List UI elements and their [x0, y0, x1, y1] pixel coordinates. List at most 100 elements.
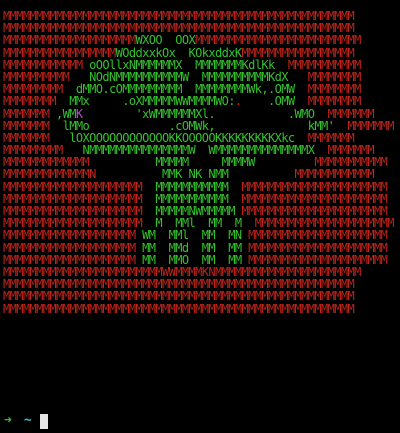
- ascii-art-segment: MMMMM MMMMW: [155, 156, 255, 169]
- ascii-art-row: MMMMMMMMMMMMMMMMMMMMM MMMMMMMMMMM MMMMMM…: [3, 181, 397, 193]
- ascii-art-segment: MMMMMMMMMMMMMMMMMMMMMMMMM: [195, 34, 361, 47]
- ascii-art-row: MMMMMMMMMMMMMMMMMMMMM MMMMMMMMMMM MMMMMM…: [3, 193, 397, 205]
- ascii-art-row: MMMMMMMMM NMMMMMMMMMMMMMMMW WMMMMMMMMMMM…: [3, 144, 397, 156]
- ascii-art-segment: WXOO OOX: [135, 34, 196, 47]
- ascii-art-segment: MMMMMMMMMM: [3, 70, 90, 84]
- ascii-art-segment: MM MMd MM MM: [142, 241, 242, 254]
- ascii-art-row: MMMMMMMMMMMMM MMMMM MMMMW MMMMMMMMMMM: [3, 156, 397, 168]
- ascii-art-segment: .OMW: [254, 95, 295, 108]
- text-cursor[interactable]: [39, 413, 48, 429]
- ascii-art-segment: lOXOOOOOOOOOOOOKKOOOOOKKKKKKKKKXkc: [69, 131, 295, 145]
- ascii-art-segment: NOdNMMMMMMMMMMW MMMMMMMMMMKdX: [89, 70, 288, 84]
- ascii-art-segment: MMMMMMMMMMMMMMMMMMMM: [3, 34, 136, 47]
- ascii-art-row: MMMMMMMMMMMMMMMMMMMM WXOO OOX MMMMMMMMMMMM…: [3, 34, 397, 46]
- ascii-art-segment: MMMMMMMMMMMMMMMMMMMMM: [241, 241, 388, 254]
- ascii-art-segment: MMMMMMMMMMMMMMMMMMMMM: [3, 217, 156, 230]
- ascii-art-segment: MMMMMMMMMMM: [155, 192, 229, 205]
- ascii-art-row: MMMMMMMMMMMMMMMMMMMMMMMMMMMMMMMMMMMMMMMM…: [3, 10, 397, 22]
- ascii-art-segment: MMMMMMM: [314, 107, 375, 120]
- ascii-art-segment: MMMMMMMMMMMMMMMMMMMMMM: [234, 205, 388, 218]
- ascii-art-segment: MMMMMMMMMMMMM: [3, 156, 156, 169]
- ascii-art-row: MMMMMMM lOXOOOOOOOOOOOOKKOOOOOKKKKKKKKKX…: [3, 132, 397, 144]
- ascii-art-segment: MMMMMMMMMMMMMMMMMMMMM: [3, 205, 156, 218]
- ascii-art-row: MMMMMMMMMMMMMN MMK NK NMM MMMMMMMMMMMM: [3, 168, 397, 180]
- ascii-art-segment: .oXMMMMMWWMMMMWO:: [102, 95, 235, 108]
- ascii-art-row: MMMMMMM lMMo .cOMWk, kMM' MMMMMMM: [3, 120, 397, 132]
- ascii-art-segment: WM MMl MM MN: [142, 229, 242, 242]
- ascii-art-segment: MMMMMMMMMMMMMMMMMMMMMM: [228, 192, 388, 205]
- ascii-art-segment: MMMMMMMMMMMMMMMMMMMMM: [3, 192, 156, 205]
- ascii-art-row: MMMMMMMMMMMMMMMMM WOddxxkOx KOkxddxK MMMMM…: [3, 47, 397, 59]
- ascii-art-row: MMMMMMMMMMMMMMMMMMMMMMMMMMMMMMMMMMMMMMMM…: [3, 278, 397, 290]
- shell-prompt[interactable]: ➜ ~: [4, 413, 48, 429]
- ascii-art-row: MMMMMMMMMMMMMMMMMMMMM M MMl MM M MMMMMMM…: [3, 217, 397, 229]
- ascii-art-row: MMMMMMMMMMMMMMMMMMMM WM MMl MM MN MMMMMM…: [3, 229, 397, 241]
- ascii-art-segment: MMMMMMMMMMM: [254, 156, 388, 169]
- ascii-art-segment: MMMMMMMMMMMMMMMMMMMMMMMMMMMMMMMMMMMMMMMM…: [3, 22, 355, 35]
- ascii-art-segment: MMMMMMM: [3, 119, 63, 132]
- ascii-art-segment: MMMMMMMMM: [3, 144, 83, 157]
- ascii-art-row: MMMMMMMMMMMMMMMMMMMMMMMMMMMMMMMMMMMMMMMM…: [3, 22, 397, 34]
- ascii-art-row: MMMMMMMM MMx .oXMMMMMWWMMMMWO:. .OMW MMM…: [3, 95, 397, 107]
- ascii-art-segment: WOddxxkOx KOkxddxK: [115, 46, 242, 59]
- ascii-art-segment: lMMo .cOMWk, kMM': [62, 119, 335, 132]
- prompt-directory: ~: [23, 413, 32, 428]
- ascii-art-segment: K: [75, 107, 83, 120]
- ascii-art-segment: dMMO.cOMMMMMMMMM MMMMMMMMWk,.OMW: [75, 83, 295, 96]
- ascii-art-row: MMMMMMMMMMMMMMMMMMMMMMMMMMMMMMMMMMMMMMMM…: [3, 290, 397, 302]
- ascii-art-segment: MMMMMMMMMMMMMMMMMMMMMMMMWWMMMMKNMMMMMMMM…: [3, 265, 361, 279]
- ascii-art-segment: 'xWMMMMMMXl. .WMO: [82, 107, 315, 120]
- ascii-art-segment: ,WM: [56, 107, 76, 120]
- ascii-art-segment: MMMMMMMMMMMMMMMMM: [3, 46, 116, 59]
- ascii-art-segment: MMMMMMM: [294, 131, 355, 145]
- ascii-art-segment: [89, 95, 102, 107]
- ascii-art-row: MMMMMMMMMMMMMMMMMMMM MM MMd MM MM MMMMMM…: [3, 242, 397, 254]
- ascii-art-row: MMMMMMMMMMMMMMMMMMMMMMMMMMMMMMMMMMMMMMMM…: [3, 303, 397, 315]
- ascii-art-segment: MMMMMMMMMMMM: [228, 168, 374, 181]
- ascii-art-segment: MMMMMMMMMMMMMMMMM: [241, 46, 355, 59]
- ascii-art-banner: MMMMMMMMMMMMMMMMMMMMMMMMMMMMMMMMMMMMMMMM…: [3, 10, 397, 315]
- ascii-art-segment: MMMMMMMM: [3, 95, 70, 108]
- ascii-art-row: MMMMMMMMMMMMMMMMMMMM MM MMO MM MM MMMMMM…: [3, 254, 397, 266]
- terminal-window[interactable]: MMMMMMMMMMMMMMMMMMMMMMMMMMMMMMMMMMMMMMMM…: [0, 0, 400, 433]
- ascii-art-segment: MMMMMMMMMMMMMMMMMMMMMM: [228, 180, 388, 193]
- ascii-art-segment: MMMMMNWMMMMM: [155, 205, 235, 218]
- ascii-art-segment: MMMMMMMMMMMMMMMMMMMMMMMMMMMMMMMMMMMMMMMM…: [3, 10, 355, 23]
- ascii-art-segment: MMMMMMMMMMMMMMMMMMMM: [3, 229, 143, 242]
- ascii-art-segment: MMMMMMMMMMM: [155, 180, 229, 193]
- prompt-arrow-icon: ➜: [4, 413, 12, 428]
- ascii-art-segment: MMMMMMMM: [294, 95, 362, 108]
- ascii-art-segment: MMMMMMMMMMMMMMMMMMMM: [3, 253, 143, 266]
- ascii-art-segment: MMK NK NMM: [162, 168, 229, 181]
- ascii-art-segment: MMMMMMMMMMMMMMMMMMMMM: [241, 217, 395, 230]
- ascii-art-segment: NMMMMMMMMMMMMMMMW WMMMMMMMMMMMMMMX: [82, 144, 315, 157]
- ascii-art-row: MMMMMMM ,WM K 'xWMMMMMMXl. .WMO MMMMMMM: [3, 108, 397, 120]
- ascii-art-segment: MMMMMMMMMMMMMMMMMMMMMMMMMMMMMMMMMMMMMMMM…: [3, 290, 355, 303]
- ascii-art-segment: MMMMMMM: [334, 119, 394, 132]
- ascii-art-segment: MMx: [69, 95, 90, 108]
- ascii-art-segment: MMMMMMMMMMMMMMMMMMMMM: [241, 229, 388, 242]
- ascii-art-segment: MMMMMMMMMMMM: [3, 58, 90, 71]
- ascii-art-segment: MMMMMMMMMMMMMMMMMMMMM: [241, 253, 388, 266]
- ascii-art-row: MMMMMMMMMM NOdNMMMMMMMMMMW MMMMMMMMMMKdX…: [3, 71, 397, 83]
- ascii-art-segment: MMMMMMMM: [294, 83, 362, 96]
- ascii-art-segment: M MMl MM M: [155, 217, 242, 230]
- ascii-art-segment: .: [234, 95, 255, 108]
- ascii-art-segment: MMMMMMM: [3, 107, 56, 120]
- ascii-art-row: MMMMMMMMMMMMMMMMMMMMM MMMMMNWMMMMM MMMMM…: [3, 205, 397, 217]
- ascii-art-segment: MMMMMMM: [3, 131, 70, 145]
- ascii-art-row: MMMMMMMMMMMM oOOllxNMMMMMMX MMMMMMMKdlKk…: [3, 59, 397, 71]
- ascii-art-segment: MMMMMMM: [314, 144, 375, 157]
- ascii-art-segment: MMMMMMMMMMMMMMMMMMMM: [3, 241, 143, 254]
- ascii-art-segment: MMMMMMMMM: [3, 83, 76, 96]
- ascii-art-row: MMMMMMMMMMMMMMMMMMMMMMMMWWMMMMKNMMMMMMMM…: [3, 266, 397, 278]
- ascii-art-segment: MMMMMMMMMMM: [274, 58, 361, 71]
- ascii-art-segment: MM MMO MM MM: [142, 253, 242, 266]
- ascii-art-segment: MMMMMMMMMMMMMMMMMMMMM: [3, 180, 156, 193]
- ascii-art-segment: MMMMMMMMMMMMMMMMMMMMMMMMMMMMMMMMMMMMMMMM…: [3, 302, 355, 315]
- ascii-art-segment: MMMMMMMM: [287, 70, 362, 84]
- ascii-art-segment: MMMMMMMMMMMMMN: [3, 168, 162, 181]
- ascii-art-segment: MMMMMMMMMMMMMMMMMMMMMMMMMMMMMMMMMMMMMMMM…: [3, 278, 355, 291]
- ascii-art-segment: oOOllxNMMMMMMX MMMMMMMKdlKk: [89, 58, 275, 71]
- ascii-art-row: MMMMMMMMM dMMO.cOMMMMMMMMM MMMMMMMMWk,.O…: [3, 83, 397, 95]
